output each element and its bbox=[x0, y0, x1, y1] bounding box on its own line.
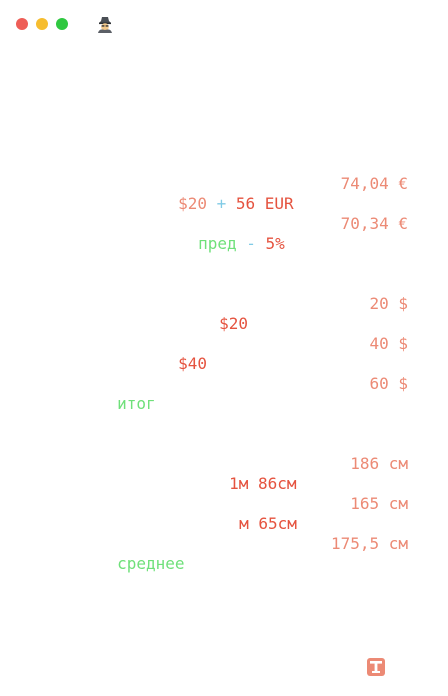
percent-value: 5% bbox=[265, 234, 285, 253]
line-result[interactable]: 20 $ bbox=[369, 294, 408, 314]
calc-line: итог 60 $ bbox=[0, 374, 448, 413]
calc-line: 1м 86см 186 см bbox=[0, 454, 448, 493]
calc-line: $20 20 $ bbox=[0, 294, 448, 333]
length-value: м 65см bbox=[239, 514, 297, 533]
variable-reference: итог bbox=[117, 394, 156, 413]
variable-reference: среднее bbox=[117, 554, 185, 573]
variable-reference: пред bbox=[198, 234, 237, 253]
calc-line: пред - 5% 70,34 € bbox=[0, 214, 448, 253]
close-button[interactable] bbox=[16, 18, 28, 30]
operator: - bbox=[236, 234, 266, 253]
line-result[interactable]: 70,34 € bbox=[341, 214, 408, 234]
line-result[interactable]: 175,5 см bbox=[331, 534, 408, 554]
currency-value: $20 bbox=[219, 314, 248, 333]
calc-line: $20 + 56 EUR 74,04 € bbox=[0, 174, 448, 213]
calc-line: $40 40 $ bbox=[0, 334, 448, 373]
line-result[interactable]: 186 см bbox=[350, 454, 408, 474]
line-result[interactable]: 60 $ bbox=[369, 374, 408, 394]
detective-icon bbox=[96, 15, 114, 33]
calc-line: м 65см 165 см bbox=[0, 494, 448, 533]
calc-line: среднее 175,5 см bbox=[0, 534, 448, 573]
currency-value: $20 bbox=[178, 194, 207, 213]
expression[interactable]: итог bbox=[40, 374, 156, 434]
line-result[interactable]: 74,04 € bbox=[341, 174, 408, 194]
length-value: 1м 86см bbox=[229, 474, 297, 493]
maximize-button[interactable] bbox=[56, 18, 68, 30]
text-format-icon[interactable] bbox=[367, 658, 385, 676]
operator: + bbox=[206, 194, 236, 213]
expression[interactable]: пред - 5% bbox=[121, 214, 285, 274]
expression[interactable]: среднее bbox=[40, 534, 185, 594]
currency-value: $40 bbox=[178, 354, 207, 373]
line-result[interactable]: 165 см bbox=[350, 494, 408, 514]
currency-value: 56 EUR bbox=[235, 194, 294, 213]
line-result[interactable]: 40 $ bbox=[369, 334, 408, 354]
minimize-button[interactable] bbox=[36, 18, 48, 30]
